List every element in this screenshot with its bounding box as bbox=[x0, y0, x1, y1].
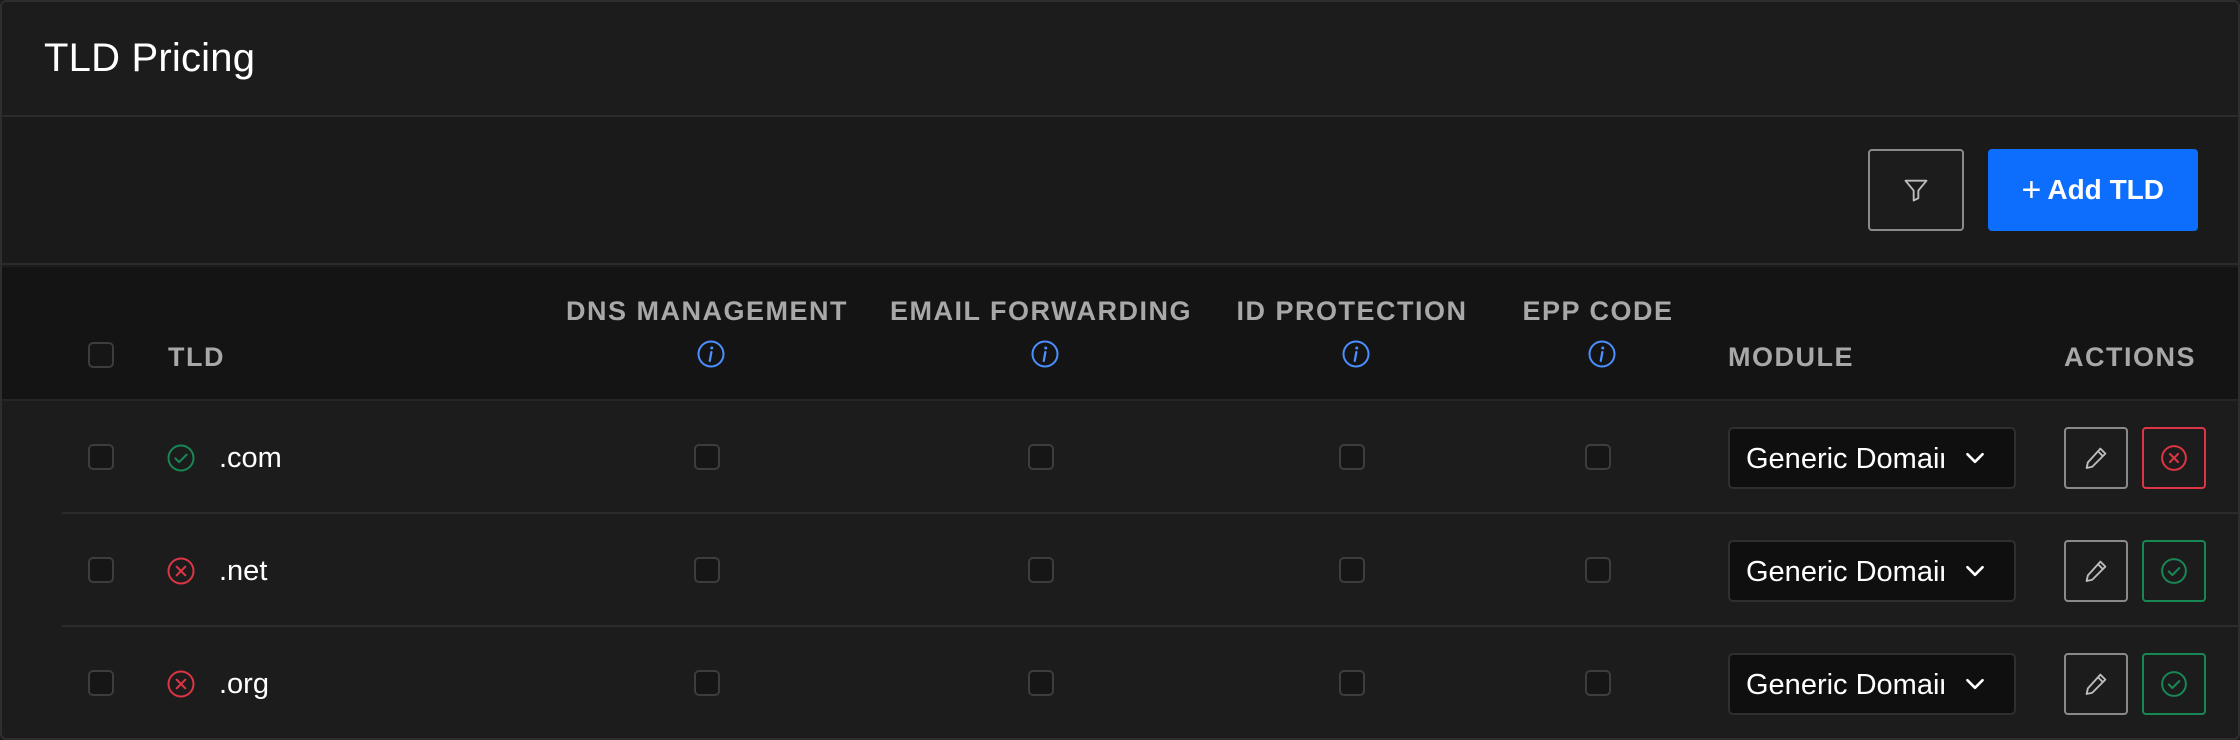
deactivate-x-icon bbox=[2161, 445, 2187, 471]
deactivate-button[interactable] bbox=[2142, 427, 2206, 489]
pencil-icon bbox=[2085, 447, 2107, 469]
idp-checkbox[interactable] bbox=[1339, 444, 1365, 470]
add-tld-button[interactable]: + Add TLD bbox=[1987, 149, 2198, 231]
tld-name: .net bbox=[219, 555, 268, 587]
filter-button[interactable] bbox=[1867, 149, 1964, 231]
page-title: TLD Pricing bbox=[44, 36, 256, 80]
email-checkbox[interactable] bbox=[1028, 670, 1054, 696]
chevron-down-icon bbox=[1966, 452, 1984, 464]
epp-info-icon[interactable] bbox=[1587, 339, 1617, 369]
select-all-checkbox[interactable] bbox=[88, 342, 114, 368]
edit-button[interactable] bbox=[2064, 427, 2128, 489]
col-id-protection: ID PROTECTION bbox=[1236, 296, 1468, 326]
col-email-forwarding: EMAIL FORWARDING bbox=[889, 296, 1193, 326]
chevron-down-icon bbox=[1966, 565, 1984, 577]
table-row: .org Generic Domain bbox=[62, 627, 2238, 738]
table-row: .com Generic Domain bbox=[62, 401, 2238, 514]
toolbar: + Add TLD bbox=[2, 117, 2238, 265]
dns-checkbox[interactable] bbox=[694, 670, 720, 696]
row-select-checkbox[interactable] bbox=[88, 444, 114, 470]
active-check-icon bbox=[167, 444, 195, 472]
row-select-checkbox[interactable] bbox=[88, 670, 114, 696]
pencil-icon bbox=[2085, 673, 2107, 695]
epp-checkbox[interactable] bbox=[1585, 670, 1611, 696]
inactive-x-icon bbox=[167, 670, 195, 698]
epp-checkbox[interactable] bbox=[1585, 444, 1611, 470]
activate-button[interactable] bbox=[2142, 540, 2206, 602]
row-select-checkbox[interactable] bbox=[88, 557, 114, 583]
add-tld-label: Add TLD bbox=[2047, 174, 2164, 205]
table-header: TLD DNS MANAGEMENT EMAIL FORWARDING ID P… bbox=[2, 267, 2238, 401]
dns-checkbox[interactable] bbox=[694, 444, 720, 470]
activate-check-icon bbox=[2161, 558, 2187, 584]
col-epp-code: EPP CODE bbox=[1522, 296, 1674, 326]
module-select-value: Generic Domain bbox=[1746, 669, 1944, 701]
edit-button[interactable] bbox=[2064, 540, 2128, 602]
activate-button[interactable] bbox=[2142, 653, 2206, 715]
inactive-x-icon bbox=[167, 557, 195, 585]
module-select-value: Generic Domain bbox=[1746, 443, 1944, 475]
tld-name: .com bbox=[219, 442, 282, 474]
idp-checkbox[interactable] bbox=[1339, 670, 1365, 696]
module-select-value: Generic Domain bbox=[1746, 556, 1944, 588]
col-dns-management: DNS MANAGEMENT bbox=[566, 296, 848, 326]
tld-name: .org bbox=[219, 668, 269, 700]
col-actions: ACTIONS bbox=[2064, 342, 2196, 372]
dns-info-icon[interactable] bbox=[696, 339, 726, 369]
edit-button[interactable] bbox=[2064, 653, 2128, 715]
col-tld: TLD bbox=[168, 342, 225, 372]
pencil-icon bbox=[2085, 560, 2107, 582]
email-checkbox[interactable] bbox=[1028, 444, 1054, 470]
idp-checkbox[interactable] bbox=[1339, 557, 1365, 583]
plus-icon: + bbox=[2021, 171, 2042, 209]
chevron-down-icon bbox=[1966, 678, 1984, 690]
table-row: .net Generic Domain bbox=[62, 514, 2238, 627]
card-header: TLD Pricing bbox=[2, 2, 2238, 117]
email-checkbox[interactable] bbox=[1028, 557, 1054, 583]
activate-check-icon bbox=[2161, 671, 2187, 697]
filter-icon bbox=[1904, 179, 1927, 202]
dns-checkbox[interactable] bbox=[694, 557, 720, 583]
col-module: MODULE bbox=[1728, 342, 1854, 372]
email-info-icon[interactable] bbox=[1030, 339, 1060, 369]
tld-pricing-card: TLD Pricing + Add TLD TLD DNS MANAGEMENT… bbox=[0, 0, 2240, 740]
idp-info-icon[interactable] bbox=[1341, 339, 1371, 369]
module-select[interactable]: Generic Domain bbox=[1728, 427, 2016, 489]
module-select[interactable]: Generic Domain bbox=[1728, 653, 2016, 715]
epp-checkbox[interactable] bbox=[1585, 557, 1611, 583]
module-select[interactable]: Generic Domain bbox=[1728, 540, 2016, 602]
